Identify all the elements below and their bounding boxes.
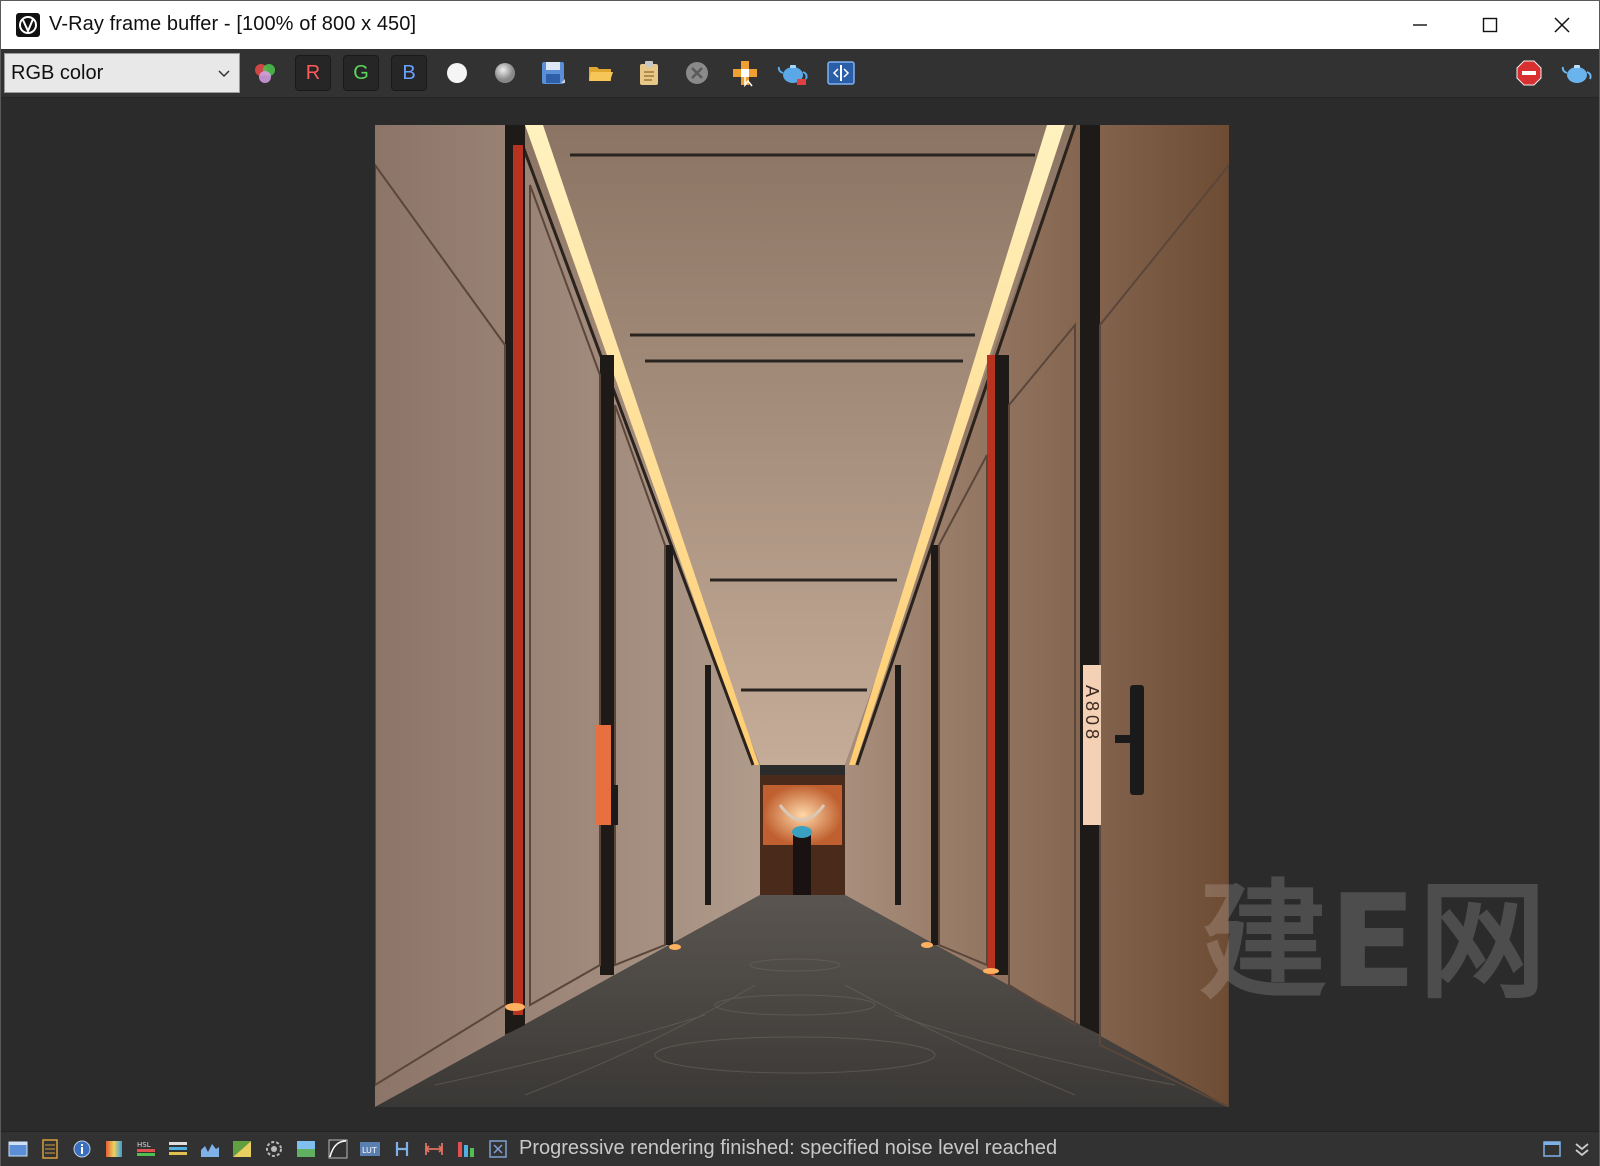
history-icon[interactable] (39, 1138, 61, 1160)
gray-dot-button[interactable] (487, 55, 523, 91)
histogram-icon[interactable] (199, 1138, 221, 1160)
green-channel-button[interactable]: G (343, 55, 379, 91)
levels-icon[interactable] (167, 1138, 189, 1160)
display-window-icon[interactable] (7, 1138, 29, 1160)
info-icon[interactable] (71, 1138, 93, 1160)
save-image-icon (542, 62, 565, 84)
render-teapot-button[interactable] (775, 55, 811, 91)
clear-image-button[interactable] (679, 55, 715, 91)
color-channels-icon (255, 64, 275, 83)
clipboard-button[interactable] (631, 55, 667, 91)
render-viewport[interactable]: A808 建E网 (1, 98, 1599, 1131)
expand-icon[interactable] (1571, 1138, 1593, 1160)
svg-text:LUT: LUT (362, 1146, 377, 1155)
green-channel-label: G (353, 61, 369, 84)
compare-icon (827, 61, 855, 85)
render-teapot-icon (777, 65, 808, 85)
restore-panel-icon[interactable] (1541, 1138, 1563, 1160)
blue-channel-label: B (402, 61, 416, 84)
watermark-text: 建E网 (1199, 868, 1549, 1017)
minimize-button[interactable] (1385, 1, 1455, 49)
hue-icon[interactable] (391, 1138, 413, 1160)
stamp-icon[interactable] (487, 1138, 509, 1160)
exposure-icon[interactable] (231, 1138, 253, 1160)
window-title: V-Ray frame buffer - [100% of 800 x 450] (49, 13, 417, 35)
close-button[interactable] (1527, 1, 1597, 49)
lut-icon[interactable]: LUT (359, 1138, 381, 1160)
channel-select-value: RGB color (11, 61, 104, 84)
minimize-icon (1413, 24, 1427, 26)
background-icon[interactable] (295, 1138, 317, 1160)
status-bar: HSL LUT Progressive rendering finished: … (1, 1131, 1599, 1166)
channel-select[interactable]: RGB color (4, 53, 240, 93)
rendered-image: A808 (375, 125, 1229, 1107)
maximize-button[interactable] (1455, 1, 1525, 49)
maximize-icon (1482, 17, 1498, 33)
vray-logo-icon (15, 12, 41, 38)
vray-frame-buffer-window: V-Ray frame buffer - [100% of 800 x 450]… (0, 0, 1600, 1166)
render-region-teapot-icon (1561, 65, 1592, 83)
red-channel-label: R (305, 61, 321, 84)
red-channel-button[interactable]: R (295, 55, 331, 91)
white-dot-icon (447, 63, 467, 83)
gray-dot-icon (495, 63, 515, 83)
stop-render-button[interactable] (1511, 55, 1547, 91)
white-dot-button[interactable] (439, 55, 475, 91)
clear-image-icon (686, 62, 708, 84)
door-sign-number: A808 (1082, 685, 1102, 743)
lens-effects-icon[interactable] (263, 1138, 285, 1160)
white-balance-icon[interactable] (423, 1138, 445, 1160)
chevron-down-icon (218, 70, 230, 78)
track-mouse-icon (733, 61, 757, 87)
color-channels-button[interactable] (247, 55, 283, 91)
open-folder-icon (589, 67, 613, 81)
title-bar: V-Ray frame buffer - [100% of 800 x 450] (1, 1, 1599, 49)
curves-icon[interactable] (327, 1138, 349, 1160)
toolbar: RGB color R G B (1, 49, 1599, 98)
open-folder-button[interactable] (583, 55, 619, 91)
close-icon (1554, 17, 1570, 33)
save-image-button[interactable] (535, 55, 571, 91)
stop-render-icon (1516, 60, 1542, 86)
render-region-teapot-button[interactable] (1559, 55, 1595, 91)
svg-text:HSL: HSL (137, 1141, 151, 1149)
channel-balance-icon[interactable] (455, 1138, 477, 1160)
compare-button[interactable] (823, 55, 859, 91)
track-mouse-button[interactable] (727, 55, 763, 91)
color-correction-icon[interactable] (103, 1138, 125, 1160)
blue-channel-button[interactable]: B (391, 55, 427, 91)
status-message: Progressive rendering finished: specifie… (519, 1137, 1058, 1159)
hsl-icon[interactable]: HSL (135, 1138, 157, 1160)
clipboard-icon (640, 61, 658, 85)
